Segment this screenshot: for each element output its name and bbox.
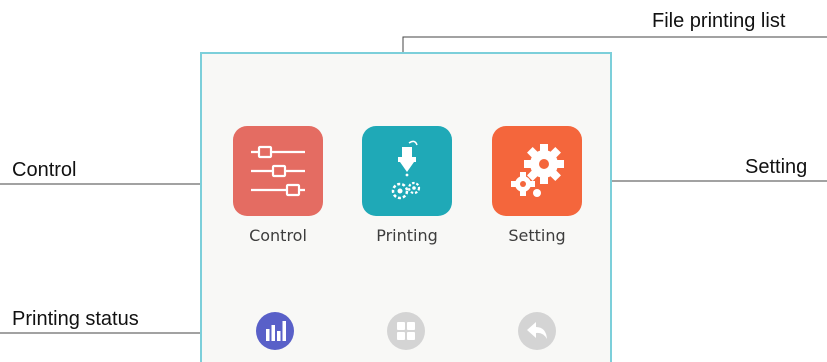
back-button[interactable] bbox=[518, 312, 556, 350]
control-annotation: Control bbox=[12, 159, 77, 181]
back-arrow-icon bbox=[527, 322, 547, 339]
gears-icon bbox=[511, 144, 564, 197]
setting-label: Setting bbox=[508, 226, 566, 245]
printing-tile[interactable] bbox=[362, 126, 452, 216]
file-printing-list-annotation: File printing list bbox=[652, 10, 786, 32]
grid-icon bbox=[397, 322, 415, 340]
control-tile[interactable] bbox=[233, 126, 323, 216]
printer-touchscreen: Control Printing Setting bbox=[200, 52, 612, 362]
setting-tile[interactable] bbox=[492, 126, 582, 216]
home-grid-button[interactable] bbox=[387, 312, 425, 350]
sliders-icon bbox=[251, 145, 305, 197]
control-label: Control bbox=[249, 226, 307, 245]
printing-label: Printing bbox=[376, 226, 438, 245]
print-nozzle-icon bbox=[391, 140, 421, 200]
printing-status-button[interactable] bbox=[256, 312, 294, 350]
bar-chart-icon bbox=[266, 321, 286, 341]
setting-annotation: Setting bbox=[745, 156, 808, 178]
printing-status-annotation: Printing status bbox=[12, 308, 139, 330]
